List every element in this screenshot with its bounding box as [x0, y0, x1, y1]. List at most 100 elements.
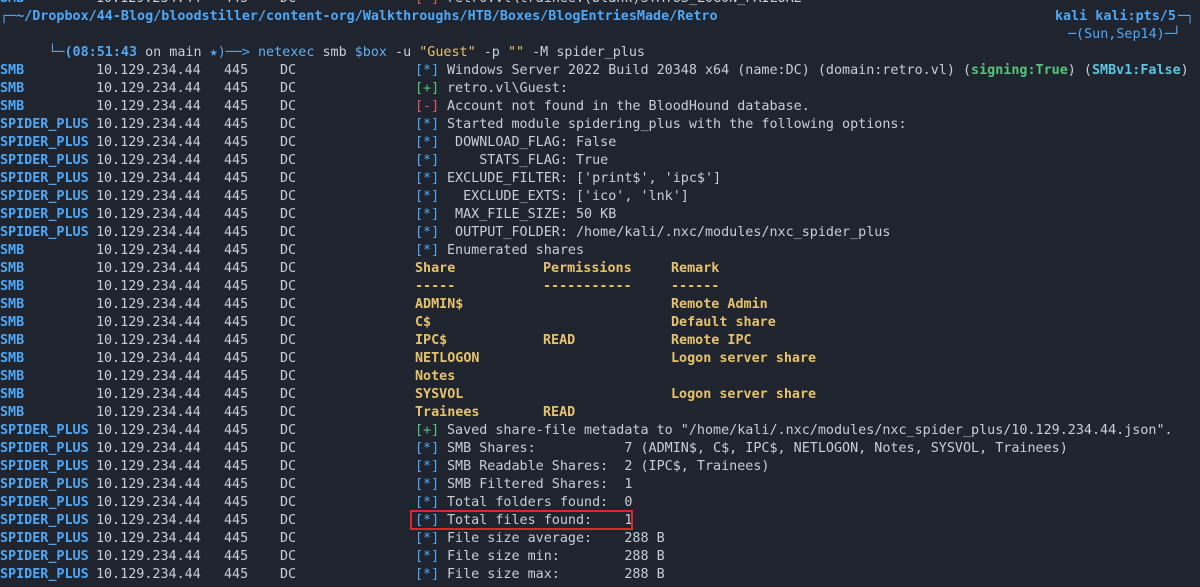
port-col: 445 [224, 153, 249, 168]
host-col: DC [280, 333, 297, 348]
module-col: SMB [0, 63, 25, 78]
share-name: Trainees [415, 405, 480, 420]
share-name: ----- [415, 279, 456, 294]
message-segment: MAX_FILE_SIZE: 50 KB [447, 207, 617, 222]
message-segment: EXCLUDE_FILTER: ['print$', 'ipc$'] [447, 171, 722, 186]
output-row: SMB 10.129.234.44 445 DC [+] retro.vl\Guest: [0, 80, 1200, 98]
message-text: SMB Filtered Shares: 1 [447, 476, 632, 494]
prompt-user: kali kali:pts/5 [1055, 9, 1176, 24]
module-col: SMB [0, 243, 25, 258]
output-row: SPIDER_PLUS 10.129.234.44 445 DC [*] File siz… [0, 548, 1200, 566]
host-col: DC [280, 63, 297, 78]
message-segment: SMB Readable Shares: 2 (IPC$, Trainees) [447, 459, 770, 474]
module-col: SMB [0, 0, 24, 8]
ip-col: 10.129.234.44 [96, 531, 201, 546]
ip-col: 10.129.234.44 [96, 495, 201, 510]
output-row: SPIDER_PLUS 10.129.234.44 445 DC [*] Started … [0, 116, 1200, 134]
share-remark: Remote IPC [671, 333, 752, 348]
ip-col: 10.129.234.44 [96, 387, 201, 402]
status-marker: [*] [415, 171, 440, 186]
module-col: SPIDER_PLUS [0, 459, 89, 474]
output-row: SPIDER_PLUS 10.129.234.44 445 DC [*] File siz… [0, 566, 1200, 584]
command-flag-u: -u [387, 45, 420, 60]
port-col: 445 [224, 207, 249, 222]
ip-col: 10.129.234.44 [96, 99, 201, 114]
status-marker: [*] [415, 567, 440, 582]
host-col: DC [280, 405, 297, 420]
module-col: SMB [0, 405, 25, 420]
message-segment: retro.vl\Guest: [447, 81, 568, 96]
output-row: SMB 10.129.234.44 445 DC C$ Default share [0, 314, 1200, 332]
status-marker: [+] [415, 81, 440, 96]
share-name: Share [415, 261, 456, 276]
message-text: retro.vl\trainee:(blank)STATUS_LOGON_FAI… [447, 0, 802, 8]
host-col: DC [280, 549, 297, 564]
ip-col: 10.129.234.44 [96, 0, 201, 8]
message-segment: Account not found in the BloodHound data… [447, 99, 810, 114]
module-col: SPIDER_PLUS [0, 117, 89, 132]
message-segment: EXCLUDE_EXTS: ['ico', 'lnk'] [447, 189, 689, 204]
host-col: DC [280, 279, 297, 294]
port-col: 445 [224, 225, 249, 240]
module-col: SPIDER_PLUS [0, 153, 89, 168]
message-segment: Started module spidering_plus with the f… [447, 117, 907, 132]
port-col: 445 [224, 531, 249, 546]
output-row: SMB 10.129.234.44 445 DC Share Permissions Rem… [0, 260, 1200, 278]
message-segment: signing:True [971, 63, 1068, 78]
module-col: SMB [0, 279, 25, 294]
port-col: 445 [224, 0, 248, 8]
host-col: DC [280, 351, 297, 366]
prompt-arrow: )──> [217, 45, 258, 60]
share-name: NETLOGON [415, 351, 480, 366]
output-row: SPIDER_PLUS 10.129.234.44 445 DC [+] Saved sh… [0, 422, 1200, 440]
host-col: DC [280, 477, 297, 492]
share-remark: Remote Admin [671, 297, 768, 312]
port-col: 445 [224, 333, 249, 348]
port-col: 445 [224, 189, 249, 204]
port-col: 445 [224, 135, 249, 150]
status-marker: [*] [415, 531, 440, 546]
ip-col: 10.129.234.44 [96, 567, 201, 582]
message-text: Account not found in the BloodHound data… [447, 98, 810, 116]
share-remark: Remark [671, 261, 720, 276]
status-marker: [*] [415, 207, 440, 222]
command-pass-value: "" [507, 45, 525, 60]
module-col: SMB [0, 297, 25, 312]
message-text: Saved share-file metadata to "/home/kali… [447, 422, 1173, 440]
ip-col: 10.129.234.44 [96, 171, 201, 186]
output-row: SMB 10.129.234.44 445 DC NETLOGON Logon serve… [0, 350, 1200, 368]
ip-col: 10.129.234.44 [96, 459, 201, 474]
message-text: Enumerated shares [447, 242, 584, 260]
status-marker: [*] [415, 549, 440, 564]
message-segment: SMB Shares: 7 (ADMIN$, C$, IPC$, NETLOGO… [447, 441, 1068, 456]
prompt-command-line[interactable]: └─(08:51:43 on main ★)──> netexec smb $b… [0, 26, 1200, 60]
message-segment: Total folders found: 0 [447, 495, 633, 510]
message-text: EXCLUDE_FILTER: ['print$', 'ipc$'] [447, 170, 721, 188]
ip-col: 10.129.234.44 [96, 423, 201, 438]
output-row: SPIDER_PLUS 10.129.234.44 445 DC [*] EXCLUDE… [0, 188, 1200, 206]
message-segment: SMB Filtered Shares: 1 [447, 477, 633, 492]
command-flag-p: -p [475, 45, 508, 60]
port-col: 445 [224, 171, 249, 186]
command-var: $box [354, 45, 387, 60]
ip-col: 10.129.234.44 [96, 117, 201, 132]
module-col: SMB [0, 315, 25, 330]
status-marker: [*] [415, 189, 440, 204]
module-col: SMB [0, 369, 25, 384]
prompt-branch: on main [137, 45, 210, 60]
share-name: ADMIN$ [415, 297, 464, 312]
output-row: SMB 10.129.234.44 445 DC SYSVOL Logon server … [0, 386, 1200, 404]
share-permission: READ [543, 405, 576, 420]
module-col: SPIDER_PLUS [0, 495, 89, 510]
module-col: SPIDER_PLUS [0, 477, 89, 492]
module-col: SPIDER_PLUS [0, 441, 89, 456]
previous-output-line: SMB 10.129.234.44 445 DC [-] retro.vl\tr… [0, 0, 1200, 8]
terminal-window[interactable]: SMB 10.129.234.44 445 DC [-] retro.vl\tr… [0, 0, 1200, 587]
ip-col: 10.129.234.44 [96, 441, 201, 456]
output-row: SMB 10.129.234.44 445 DC [-] Account not foun… [0, 98, 1200, 116]
ip-col: 10.129.234.44 [96, 477, 201, 492]
ip-col: 10.129.234.44 [96, 207, 201, 222]
message-segment: ) [1180, 63, 1189, 78]
output-row: SPIDER_PLUS 10.129.234.44 445 DC [*] MAX_FIL… [0, 206, 1200, 224]
message-text: SMB Readable Shares: 2 (IPC$, Trainees) [447, 458, 769, 476]
